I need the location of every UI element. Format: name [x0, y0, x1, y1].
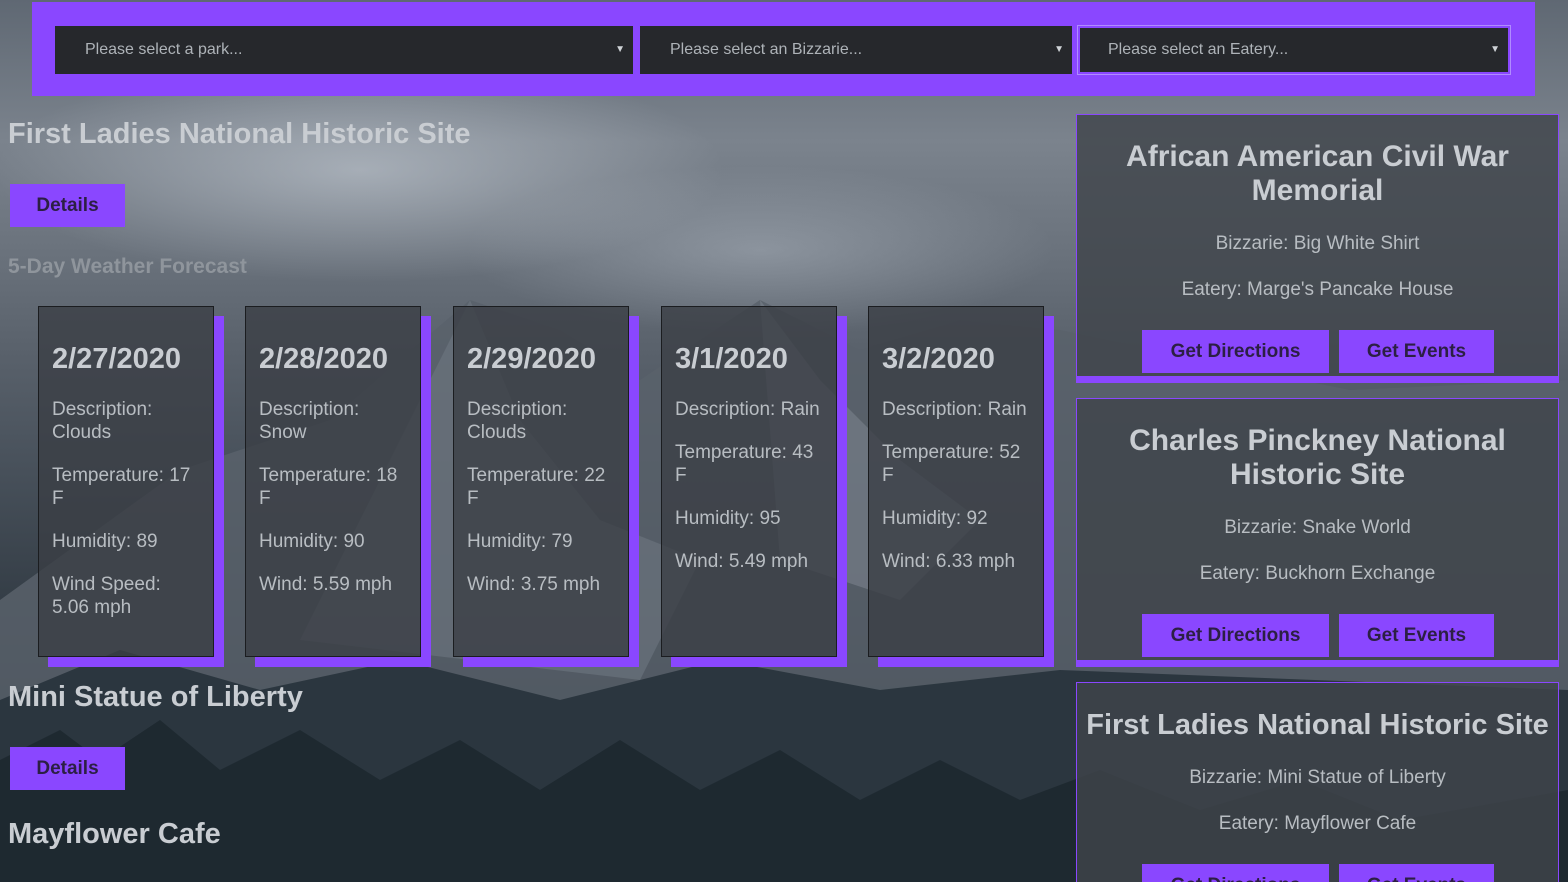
forecast-wind: Wind: 5.59 mph: [259, 574, 393, 595]
get-directions-button[interactable]: Get Directions: [1142, 330, 1329, 373]
chevron-down-icon: ▼: [1490, 44, 1500, 55]
forecast-description: Description: Clouds: [52, 399, 153, 443]
park-title: First Ladies National Historic Site: [8, 118, 471, 150]
forecast-date: 3/2/2020: [882, 343, 995, 375]
bizzarie-details-button[interactable]: Details: [10, 747, 125, 790]
forecast-description: Description: Clouds: [467, 399, 568, 443]
forecast-temperature: Temperature: 18 F: [259, 465, 398, 509]
forecast-description: Description: Rain: [882, 399, 1027, 420]
selection-bar: Please select a park... ▼ Please select …: [32, 2, 1535, 96]
forecast-wind: Wind Speed: 5.06 mph: [52, 574, 161, 618]
forecast-date: 2/28/2020: [259, 343, 389, 375]
forecast-humidity: Humidity: 90: [259, 531, 365, 552]
eatery-select-placeholder: Please select an Eatery...: [1108, 41, 1289, 58]
eatery-title: Mayflower Cafe: [8, 818, 221, 850]
forecast-wind: Wind: 5.49 mph: [675, 551, 809, 572]
forecast-humidity: Humidity: 95: [675, 508, 781, 529]
forecast-humidity: Humidity: 92: [882, 508, 988, 529]
forecast-temperature: Temperature: 17 F: [52, 465, 191, 509]
park-details-button[interactable]: Details: [10, 184, 125, 227]
forecast-day-card: 3/1/2020 Description: Rain Temperature: …: [661, 306, 837, 657]
forecast-day-card: 3/2/2020 Description: Rain Temperature: …: [868, 306, 1044, 657]
saved-trip-title: African American Civil War Memorial: [1126, 140, 1509, 207]
saved-trip-card: African American Civil War Memorial Bizz…: [1076, 114, 1559, 377]
saved-trip-title: First Ladies National Historic Site: [1086, 709, 1549, 741]
get-events-button[interactable]: Get Events: [1339, 864, 1494, 882]
bizzarie-select-placeholder: Please select an Bizzarie...: [670, 41, 863, 58]
get-events-button[interactable]: Get Events: [1339, 614, 1494, 657]
forecast-humidity: Humidity: 89: [52, 531, 158, 552]
forecast-humidity: Humidity: 79: [467, 531, 573, 552]
forecast-temperature: Temperature: 52 F: [882, 442, 1021, 486]
forecast-day-card: 2/27/2020 Description: Clouds Temperatur…: [38, 306, 214, 657]
saved-trip-title: Charles Pinckney National Historic Site: [1129, 424, 1506, 491]
bizzarie-title: Mini Statue of Liberty: [8, 681, 303, 713]
chevron-down-icon: ▼: [615, 44, 625, 55]
chevron-down-icon: ▼: [1054, 44, 1064, 55]
forecast-date: 2/29/2020: [467, 343, 597, 375]
saved-trip-eatery: Eatery: Buckhorn Exchange: [1199, 563, 1436, 584]
forecast-wind: Wind: 6.33 mph: [882, 551, 1016, 572]
forecast-temperature: Temperature: 22 F: [467, 465, 606, 509]
saved-trip-bizzarie: Bizzarie: Snake World: [1224, 517, 1411, 538]
forecast-date: 2/27/2020: [52, 343, 182, 375]
bizzarie-select[interactable]: Please select an Bizzarie... ▼: [640, 26, 1072, 74]
saved-trip-bizzarie: Bizzarie: Big White Shirt: [1215, 233, 1420, 254]
park-select-placeholder: Please select a park...: [85, 41, 243, 58]
park-select[interactable]: Please select a park... ▼: [55, 26, 633, 74]
forecast-day-card: 2/28/2020 Description: Snow Temperature:…: [245, 306, 421, 657]
saved-trip-card: Charles Pinckney National Historic Site …: [1076, 398, 1559, 661]
get-directions-button[interactable]: Get Directions: [1142, 864, 1329, 882]
get-events-button[interactable]: Get Events: [1339, 330, 1494, 373]
forecast-wind: Wind: 3.75 mph: [467, 574, 601, 595]
get-directions-button[interactable]: Get Directions: [1142, 614, 1329, 657]
forecast-heading: 5-Day Weather Forecast: [8, 255, 247, 278]
forecast-date: 3/1/2020: [675, 343, 788, 375]
forecast-description: Description: Rain: [675, 399, 820, 420]
forecast-day-card: 2/29/2020 Description: Clouds Temperatur…: [453, 306, 629, 657]
forecast-temperature: Temperature: 43 F: [675, 442, 814, 486]
saved-trip-eatery: Eatery: Mayflower Cafe: [1218, 813, 1417, 834]
forecast-description: Description: Snow: [259, 399, 360, 443]
saved-trip-bizzarie: Bizzarie: Mini Statue of Liberty: [1189, 767, 1446, 788]
saved-trip-eatery: Eatery: Marge's Pancake House: [1181, 279, 1454, 300]
eatery-select[interactable]: Please select an Eatery... ▼: [1077, 25, 1511, 75]
saved-trip-card: First Ladies National Historic Site Bizz…: [1076, 682, 1559, 882]
